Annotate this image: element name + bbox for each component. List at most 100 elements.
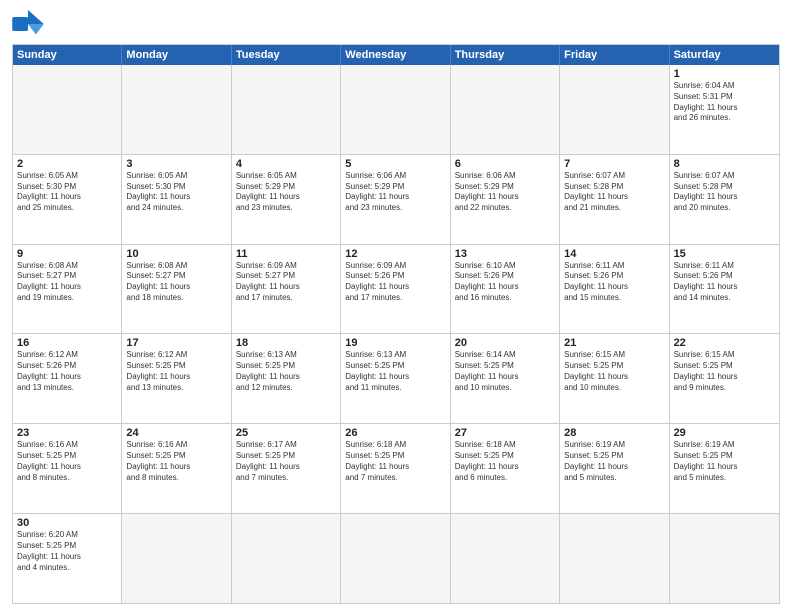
calendar-row-5: 23Sunrise: 6:16 AM Sunset: 5:25 PM Dayli… [13,423,779,513]
day-cell-17: 17Sunrise: 6:12 AM Sunset: 5:25 PM Dayli… [122,334,231,423]
day-cell-22: 22Sunrise: 6:15 AM Sunset: 5:25 PM Dayli… [670,334,779,423]
day-info: Sunrise: 6:18 AM Sunset: 5:25 PM Dayligh… [455,440,555,483]
day-cell-26: 26Sunrise: 6:18 AM Sunset: 5:25 PM Dayli… [341,424,450,513]
day-info: Sunrise: 6:11 AM Sunset: 5:26 PM Dayligh… [674,261,775,304]
day-cell-20: 20Sunrise: 6:14 AM Sunset: 5:25 PM Dayli… [451,334,560,423]
day-cell-23: 23Sunrise: 6:16 AM Sunset: 5:25 PM Dayli… [13,424,122,513]
day-number: 29 [674,427,775,439]
day-cell-13: 13Sunrise: 6:10 AM Sunset: 5:26 PM Dayli… [451,245,560,334]
day-number: 15 [674,248,775,260]
day-cell-18: 18Sunrise: 6:13 AM Sunset: 5:25 PM Dayli… [232,334,341,423]
empty-cell [451,65,560,154]
day-info: Sunrise: 6:05 AM Sunset: 5:30 PM Dayligh… [17,171,117,214]
empty-cell [341,65,450,154]
day-cell-12: 12Sunrise: 6:09 AM Sunset: 5:26 PM Dayli… [341,245,450,334]
day-header-thursday: Thursday [451,45,560,65]
empty-cell [122,514,231,603]
day-info: Sunrise: 6:06 AM Sunset: 5:29 PM Dayligh… [455,171,555,214]
day-number: 18 [236,337,336,349]
day-header-tuesday: Tuesday [232,45,341,65]
day-number: 7 [564,158,664,170]
day-number: 1 [674,68,775,80]
header [12,10,780,38]
day-header-friday: Friday [560,45,669,65]
day-number: 25 [236,427,336,439]
day-info: Sunrise: 6:18 AM Sunset: 5:25 PM Dayligh… [345,440,445,483]
day-info: Sunrise: 6:16 AM Sunset: 5:25 PM Dayligh… [17,440,117,483]
empty-cell [560,514,669,603]
day-info: Sunrise: 6:04 AM Sunset: 5:31 PM Dayligh… [674,81,775,124]
day-cell-14: 14Sunrise: 6:11 AM Sunset: 5:26 PM Dayli… [560,245,669,334]
day-info: Sunrise: 6:05 AM Sunset: 5:30 PM Dayligh… [126,171,226,214]
day-header-monday: Monday [122,45,231,65]
calendar-row-2: 2Sunrise: 6:05 AM Sunset: 5:30 PM Daylig… [13,154,779,244]
day-cell-11: 11Sunrise: 6:09 AM Sunset: 5:27 PM Dayli… [232,245,341,334]
day-info: Sunrise: 6:12 AM Sunset: 5:25 PM Dayligh… [126,350,226,393]
day-number: 30 [17,517,117,529]
calendar-row-6: 30Sunrise: 6:20 AM Sunset: 5:25 PM Dayli… [13,513,779,603]
calendar-row-1: 1Sunrise: 6:04 AM Sunset: 5:31 PM Daylig… [13,65,779,154]
day-cell-3: 3Sunrise: 6:05 AM Sunset: 5:30 PM Daylig… [122,155,231,244]
day-number: 12 [345,248,445,260]
day-number: 14 [564,248,664,260]
day-info: Sunrise: 6:08 AM Sunset: 5:27 PM Dayligh… [126,261,226,304]
day-number: 27 [455,427,555,439]
empty-cell [560,65,669,154]
day-header-sunday: Sunday [13,45,122,65]
day-info: Sunrise: 6:10 AM Sunset: 5:26 PM Dayligh… [455,261,555,304]
day-number: 4 [236,158,336,170]
day-info: Sunrise: 6:09 AM Sunset: 5:27 PM Dayligh… [236,261,336,304]
day-number: 2 [17,158,117,170]
day-cell-10: 10Sunrise: 6:08 AM Sunset: 5:27 PM Dayli… [122,245,231,334]
day-info: Sunrise: 6:08 AM Sunset: 5:27 PM Dayligh… [17,261,117,304]
day-header-wednesday: Wednesday [341,45,450,65]
day-number: 16 [17,337,117,349]
day-info: Sunrise: 6:16 AM Sunset: 5:25 PM Dayligh… [126,440,226,483]
day-info: Sunrise: 6:05 AM Sunset: 5:29 PM Dayligh… [236,171,336,214]
day-cell-16: 16Sunrise: 6:12 AM Sunset: 5:26 PM Dayli… [13,334,122,423]
day-info: Sunrise: 6:20 AM Sunset: 5:25 PM Dayligh… [17,530,117,573]
day-cell-4: 4Sunrise: 6:05 AM Sunset: 5:29 PM Daylig… [232,155,341,244]
calendar-body: 1Sunrise: 6:04 AM Sunset: 5:31 PM Daylig… [13,65,779,603]
day-cell-29: 29Sunrise: 6:19 AM Sunset: 5:25 PM Dayli… [670,424,779,513]
day-cell-5: 5Sunrise: 6:06 AM Sunset: 5:29 PM Daylig… [341,155,450,244]
empty-cell [451,514,560,603]
day-cell-28: 28Sunrise: 6:19 AM Sunset: 5:25 PM Dayli… [560,424,669,513]
day-number: 3 [126,158,226,170]
page: SundayMondayTuesdayWednesdayThursdayFrid… [0,0,792,612]
day-info: Sunrise: 6:06 AM Sunset: 5:29 PM Dayligh… [345,171,445,214]
day-info: Sunrise: 6:19 AM Sunset: 5:25 PM Dayligh… [674,440,775,483]
day-cell-9: 9Sunrise: 6:08 AM Sunset: 5:27 PM Daylig… [13,245,122,334]
calendar-header: SundayMondayTuesdayWednesdayThursdayFrid… [13,45,779,65]
empty-cell [122,65,231,154]
day-info: Sunrise: 6:15 AM Sunset: 5:25 PM Dayligh… [564,350,664,393]
day-cell-21: 21Sunrise: 6:15 AM Sunset: 5:25 PM Dayli… [560,334,669,423]
day-number: 24 [126,427,226,439]
day-number: 28 [564,427,664,439]
day-cell-7: 7Sunrise: 6:07 AM Sunset: 5:28 PM Daylig… [560,155,669,244]
day-info: Sunrise: 6:09 AM Sunset: 5:26 PM Dayligh… [345,261,445,304]
empty-cell [232,65,341,154]
day-number: 9 [17,248,117,260]
logo [12,10,48,38]
day-number: 19 [345,337,445,349]
day-number: 13 [455,248,555,260]
day-number: 26 [345,427,445,439]
day-number: 6 [455,158,555,170]
day-cell-19: 19Sunrise: 6:13 AM Sunset: 5:25 PM Dayli… [341,334,450,423]
calendar: SundayMondayTuesdayWednesdayThursdayFrid… [12,44,780,604]
day-info: Sunrise: 6:12 AM Sunset: 5:26 PM Dayligh… [17,350,117,393]
day-cell-1: 1Sunrise: 6:04 AM Sunset: 5:31 PM Daylig… [670,65,779,154]
day-info: Sunrise: 6:07 AM Sunset: 5:28 PM Dayligh… [674,171,775,214]
day-info: Sunrise: 6:19 AM Sunset: 5:25 PM Dayligh… [564,440,664,483]
day-info: Sunrise: 6:17 AM Sunset: 5:25 PM Dayligh… [236,440,336,483]
empty-cell [232,514,341,603]
day-number: 5 [345,158,445,170]
day-info: Sunrise: 6:15 AM Sunset: 5:25 PM Dayligh… [674,350,775,393]
empty-cell [670,514,779,603]
day-number: 11 [236,248,336,260]
day-info: Sunrise: 6:11 AM Sunset: 5:26 PM Dayligh… [564,261,664,304]
day-number: 8 [674,158,775,170]
empty-cell [13,65,122,154]
day-number: 21 [564,337,664,349]
